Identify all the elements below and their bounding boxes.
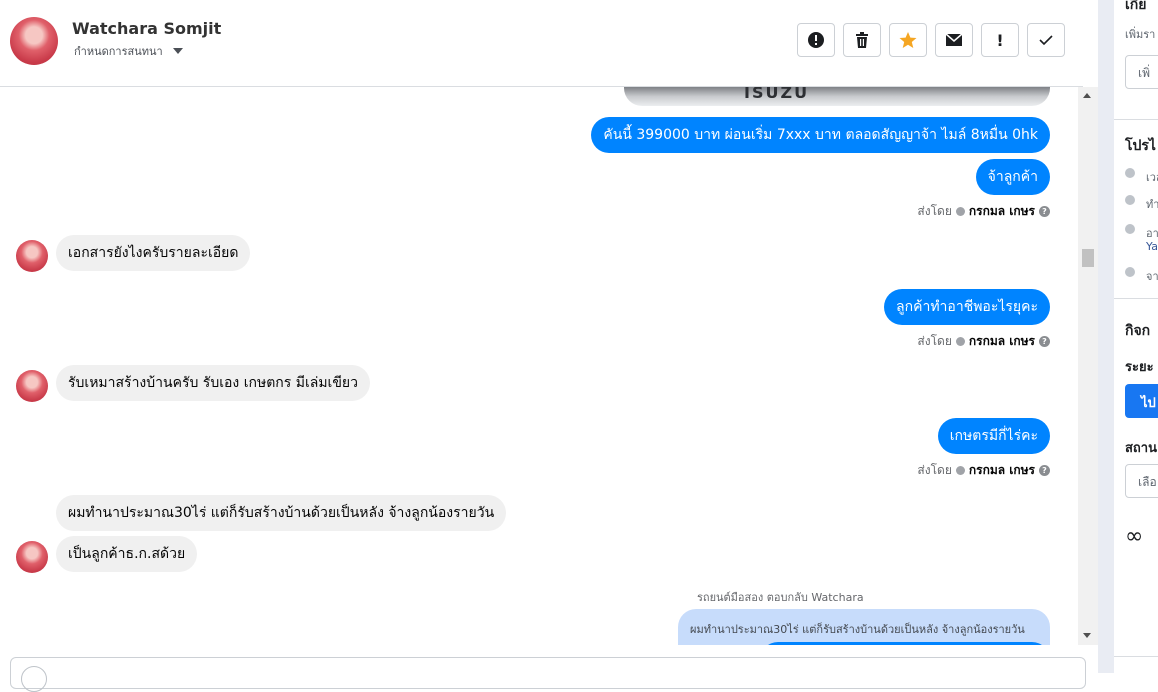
panel-separator bbox=[1098, 0, 1114, 673]
caret-down-icon bbox=[172, 48, 183, 54]
incoming-message[interactable]: เอกสารยังไงครับรายละเอียด bbox=[56, 235, 251, 271]
star-button[interactable] bbox=[889, 23, 927, 57]
divider bbox=[1114, 298, 1158, 299]
contact-avatar-small bbox=[16, 541, 48, 573]
quoted-reply-bubble[interactable]: ผมทำนาประมาณ30ไร่ แต่ก็รับสร้างบ้านด้วยเ… bbox=[678, 609, 1050, 645]
scroll-thumb[interactable] bbox=[1082, 249, 1094, 267]
alert-circle-icon bbox=[808, 32, 824, 48]
sent-by-prefix: ส่งโดย bbox=[917, 204, 952, 218]
attached-image[interactable]: ISUZU bbox=[624, 87, 1050, 106]
incoming-message[interactable]: รับเหมาสร้างบ้านครับ รับเอง เกษตกร มีเล่… bbox=[56, 365, 370, 401]
contact-avatar[interactable] bbox=[10, 17, 58, 65]
sent-by-prefix: ส่งโดย bbox=[917, 334, 952, 348]
briefcase-icon bbox=[1125, 195, 1135, 205]
incoming-message[interactable]: ผมทำนาประมาณ30ไร่ แต่ก็รับสร้างบ้านด้วยเ… bbox=[56, 495, 507, 531]
assign-label: กำหนดการสนทนา bbox=[74, 45, 163, 58]
local-time: เวล bbox=[1146, 171, 1158, 184]
reply-context-label: รถยนต์มือสอง ตอบกลับ Watchara bbox=[697, 591, 864, 604]
outgoing-message[interactable]: คันนี้ 399000 บาท ผ่อนเริ่ม 7xxx บาท ตลอ… bbox=[591, 117, 1050, 153]
hometown-info: จา bbox=[1146, 270, 1158, 283]
outgoing-message[interactable]: เกษตรมีกี่ไร่คะ bbox=[937, 418, 1050, 454]
sent-by-prefix: ส่งโดย bbox=[917, 463, 952, 477]
assign-conversation-dropdown[interactable]: กำหนดการสนทนา bbox=[74, 42, 183, 60]
image-plate-text: ISUZU bbox=[744, 87, 810, 102]
star-icon bbox=[899, 32, 917, 48]
report-spam-button[interactable] bbox=[797, 23, 835, 57]
verified-icon bbox=[955, 207, 965, 216]
add-field-input[interactable]: เพิ่ bbox=[1125, 55, 1158, 89]
go-button[interactable]: ไป bbox=[1125, 384, 1158, 418]
conversation-header: Watchara Somjit กำหนดการสนทนา ! bbox=[0, 0, 1083, 87]
profile-title: โปรไ bbox=[1125, 138, 1156, 154]
about-title: เกี่ย bbox=[1125, 0, 1147, 13]
message-composer[interactable] bbox=[10, 657, 1086, 692]
work-info: ทำ bbox=[1146, 198, 1158, 211]
incoming-message[interactable]: เป็นลูกค้าธ.ก.สด้วย bbox=[56, 536, 198, 572]
divider bbox=[1114, 119, 1158, 120]
outgoing-message[interactable]: ลูกค้าทำอาชีพอะไรยุคะ bbox=[884, 289, 1050, 325]
page-avatar bbox=[21, 666, 47, 692]
meta-logo-icon: ∞ bbox=[1125, 524, 1144, 549]
check-icon bbox=[1039, 35, 1053, 46]
sent-by-name: กรกมล เกษร bbox=[968, 204, 1035, 218]
clock-icon bbox=[1125, 168, 1135, 178]
scroll-down-icon[interactable] bbox=[1083, 633, 1091, 638]
hometown-icon bbox=[1125, 267, 1135, 277]
exclamation-icon: ! bbox=[996, 30, 1004, 50]
quoted-text: ผมทำนาประมาณ30ไร่ แต่ก็รับสร้างบ้านด้วยเ… bbox=[690, 623, 1025, 636]
help-icon[interactable]: ? bbox=[1039, 465, 1050, 476]
message-thread: ISUZU คันนี้ 399000 บาท ผ่อนเริ่ม 7xxx บ… bbox=[0, 87, 1078, 645]
location-link[interactable]: Ya bbox=[1146, 240, 1158, 253]
mark-done-button[interactable] bbox=[1027, 23, 1065, 57]
thread-scrollbar[interactable] bbox=[1078, 87, 1098, 645]
follow-up-button[interactable]: ! bbox=[981, 23, 1019, 57]
sent-by-info: ส่งโดย กรกมล เกษร ? bbox=[917, 461, 1050, 480]
add-hint: เพิ่มรา bbox=[1125, 28, 1156, 41]
contact-details-panel: เกี่ย เพิ่มรา เพิ่ โปรไ เวล ทำ อา Ya จา … bbox=[1114, 0, 1158, 673]
sent-by-name: กรกมล เกษร bbox=[968, 463, 1035, 477]
outgoing-message[interactable]: จ้าลูกค้า bbox=[975, 159, 1050, 195]
delete-button[interactable] bbox=[843, 23, 881, 57]
activity-title: กิจก bbox=[1125, 323, 1151, 339]
mark-unread-button[interactable] bbox=[935, 23, 973, 57]
sent-by-name: กรกมล เกษร bbox=[968, 334, 1035, 348]
verified-icon bbox=[955, 466, 965, 475]
divider bbox=[1114, 656, 1158, 657]
sent-by-info: ส่งโดย กรกมล เกษร ? bbox=[917, 202, 1050, 221]
status-select[interactable]: เลือ bbox=[1125, 464, 1158, 498]
scroll-up-icon[interactable] bbox=[1083, 93, 1091, 98]
status-label: สถาน bbox=[1125, 441, 1157, 456]
help-icon[interactable]: ? bbox=[1039, 336, 1050, 347]
contact-avatar-small bbox=[16, 240, 48, 272]
sent-by-info: ส่งโดย กรกมล เกษร ? bbox=[917, 332, 1050, 351]
trash-icon bbox=[856, 32, 868, 48]
help-icon[interactable]: ? bbox=[1039, 206, 1050, 217]
envelope-icon bbox=[945, 33, 963, 46]
outgoing-reply-message[interactable] bbox=[760, 642, 1050, 645]
conversation-toolbar: ! bbox=[797, 23, 1065, 57]
contact-avatar-small bbox=[16, 370, 48, 402]
period-label: ระยะ bbox=[1125, 360, 1154, 375]
location-icon bbox=[1125, 224, 1135, 234]
contact-name[interactable]: Watchara Somjit bbox=[72, 19, 221, 38]
verified-icon bbox=[955, 337, 965, 346]
